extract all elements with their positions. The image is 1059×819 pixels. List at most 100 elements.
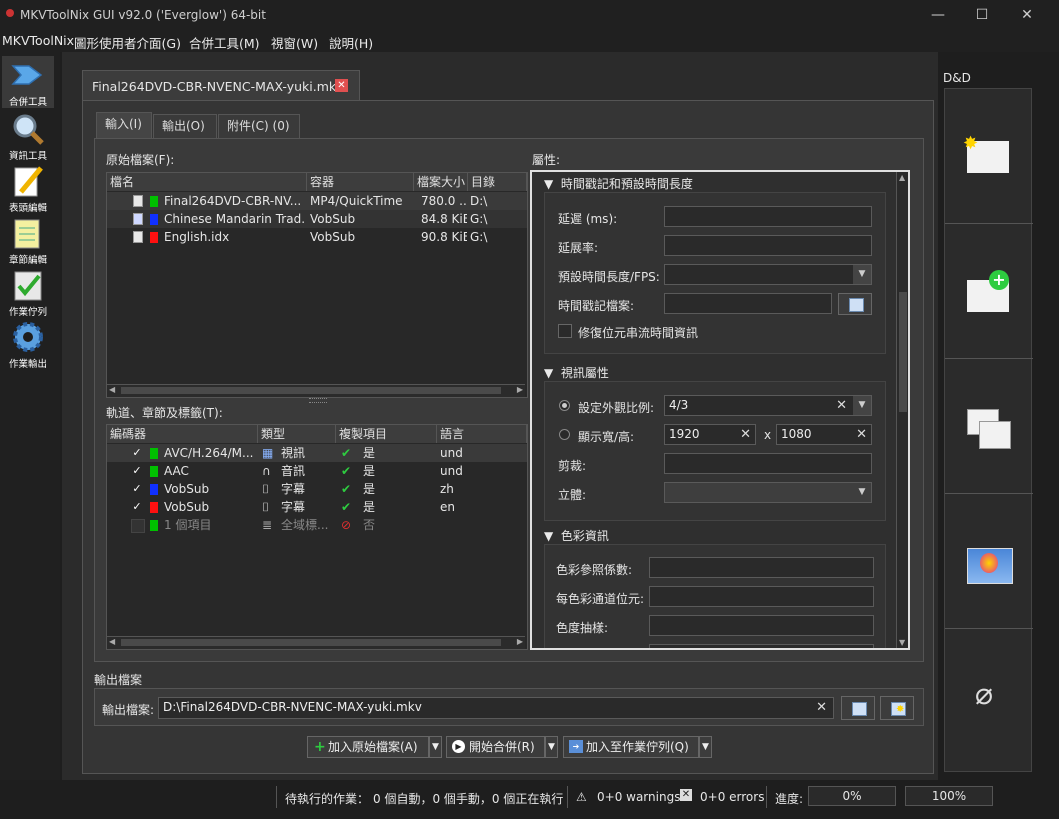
dnd-image-target[interactable]	[945, 494, 1033, 629]
color-bits-field[interactable]	[649, 586, 874, 607]
menu-window[interactable]: 視窗(W)	[271, 33, 318, 52]
track-checkbox[interactable]: ✓	[131, 483, 143, 495]
warning-icon[interactable]: ⚠	[576, 790, 587, 804]
col-copy[interactable]: 複製項目	[336, 425, 437, 443]
display-width-field[interactable]: 1920 ✕	[664, 424, 756, 445]
dnd-append-target[interactable]	[945, 359, 1033, 494]
tool-chapter-edit[interactable]: 章節編輯	[2, 214, 54, 266]
track-row[interactable]: ✓ VobSub ⌷ 字幕 ✔ 是 en	[107, 498, 527, 516]
menu-gui[interactable]: 圖形使用者介面(G)	[74, 33, 181, 52]
track-row[interactable]: ✓ AAC ∩ 音訊 ✔ 是 und	[107, 462, 527, 480]
maximize-button[interactable]: ☐	[972, 6, 992, 24]
dnd-attachment-target[interactable]: ⌀	[945, 629, 1033, 763]
chroma-field[interactable]	[649, 615, 874, 636]
color-swatch	[150, 484, 158, 495]
col-filesize[interactable]: 檔案大小	[414, 173, 468, 191]
color-matrix-field[interactable]	[649, 557, 874, 578]
tool-info[interactable]: 資訊工具	[2, 110, 54, 162]
track-checkbox[interactable]: ✓	[131, 447, 143, 459]
scroll-thumb[interactable]	[121, 387, 501, 394]
col-codec[interactable]: 編碼器	[107, 425, 258, 443]
clear-icon[interactable]: ✕	[856, 425, 867, 444]
add-source-dropdown[interactable]: ▼	[429, 736, 442, 758]
tracks-list[interactable]: 編碼器 類型 複製項目 語言 ✓ AVC/H.264/M... ▦ 視訊 ✔ 是…	[106, 424, 528, 650]
crop-field[interactable]	[664, 453, 872, 474]
tab-attachments[interactable]: 附件(C) (0)	[218, 114, 300, 138]
timestamp-file-field[interactable]	[664, 293, 832, 314]
display-wh-radio[interactable]	[559, 429, 570, 440]
add-to-queue-dropdown[interactable]: ▼	[699, 736, 712, 758]
scroll-thumb[interactable]	[121, 639, 501, 646]
source-row[interactable]: English.idx VobSub 90.8 KiB G:\	[107, 228, 527, 246]
close-button[interactable]: ✕	[1017, 6, 1037, 24]
source-row[interactable]: Chinese Mandarin Trad... VobSub 84.8 KiB…	[107, 210, 527, 228]
group-video[interactable]: ▼ 視訊屬性	[544, 364, 609, 381]
tab-output[interactable]: 輸出(O)	[153, 114, 217, 138]
tool-job-output[interactable]: 作業輸出	[2, 318, 54, 370]
minimize-button[interactable]: —	[928, 6, 948, 24]
source-files-list[interactable]: 檔名 容器 檔案大小 目錄 Final264DVD-CBR-NV... MP4/…	[106, 172, 528, 398]
status-divider	[766, 786, 767, 808]
color-next-field[interactable]	[649, 644, 874, 648]
scroll-thumb[interactable]	[899, 292, 907, 412]
col-container[interactable]: 容器	[307, 173, 414, 191]
track-language: en	[440, 500, 455, 514]
menu-mkvtoolnix[interactable]: MKVToolNix	[2, 33, 74, 48]
col-filename[interactable]: 檔名	[107, 173, 307, 191]
track-row[interactable]: ✓ VobSub ⌷ 字幕 ✔ 是 zh	[107, 480, 527, 498]
aspect-radio[interactable]	[559, 400, 570, 411]
display-height-field[interactable]: 1080 ✕	[776, 424, 872, 445]
track-checkbox[interactable]: ✓	[131, 465, 143, 477]
source-hscrollbar[interactable]: ◀ ▶	[107, 384, 525, 397]
dnd-add-target[interactable]: +	[945, 224, 1033, 359]
dnd-new-target[interactable]: ✸	[945, 89, 1033, 224]
track-row[interactable]: ✓ AVC/H.264/M... ▦ 視訊 ✔ 是 und	[107, 444, 527, 462]
track-row[interactable]: 1 個項目 ≣ 全域標... ⊘ 否	[107, 516, 527, 534]
aspect-ratio-combo[interactable]: 4/3 ✕ ▼	[664, 395, 872, 416]
start-merge-dropdown[interactable]: ▼	[545, 736, 558, 758]
col-directory[interactable]: 目錄	[468, 173, 527, 191]
recent-output-button[interactable]: ✸	[880, 696, 914, 720]
scroll-left-icon[interactable]: ◀	[109, 637, 115, 646]
warnings-count[interactable]: 0+0 warnings	[597, 790, 680, 804]
track-checkbox[interactable]: ✓	[131, 501, 143, 513]
scroll-left-icon[interactable]: ◀	[109, 385, 115, 394]
source-row[interactable]: Final264DVD-CBR-NV... MP4/QuickTime 780.…	[107, 192, 527, 210]
error-icon[interactable]: ✕	[680, 789, 692, 801]
track-checkbox[interactable]	[131, 519, 145, 533]
output-file-field[interactable]: D:\Final264DVD-CBR-NVENC-MAX-yuki.mkv ✕	[158, 697, 834, 719]
clear-icon[interactable]: ✕	[740, 425, 751, 444]
tool-job-queue[interactable]: 作業佇列	[2, 266, 54, 318]
splitter-handle[interactable]	[309, 398, 327, 403]
tool-header-edit[interactable]: 表頭編輯	[2, 162, 54, 214]
stereo-combo[interactable]: ▼	[664, 482, 872, 503]
group-color[interactable]: ▼ 色彩資訊	[544, 527, 609, 544]
group-timestamps[interactable]: ▼ 時間戳記和預設時間長度	[544, 175, 693, 192]
menu-help[interactable]: 說明(H)	[329, 33, 373, 52]
close-tab-icon[interactable]: ✕	[335, 79, 348, 92]
col-type[interactable]: 類型	[258, 425, 336, 443]
properties-vscrollbar[interactable]: ▲ ▼	[896, 172, 908, 648]
fix-bitstream-checkbox[interactable]	[558, 324, 572, 338]
add-source-button[interactable]: + 加入原始檔案(A)	[307, 736, 429, 758]
add-to-queue-button[interactable]: ➔ 加入至作業佇列(Q)	[563, 736, 699, 758]
document-tab[interactable]: Final264DVD-CBR-NVENC-MAX-yuki.mkv ✕	[82, 70, 360, 102]
col-language[interactable]: 語言	[437, 425, 527, 443]
tracks-hscrollbar[interactable]: ◀ ▶	[107, 636, 525, 649]
menu-merge[interactable]: 合併工具(M)	[189, 33, 260, 52]
start-merge-button[interactable]: ▶ 開始合併(R)	[446, 736, 545, 758]
scroll-up-icon[interactable]: ▲	[899, 173, 905, 182]
tab-input[interactable]: 輸入(I)	[96, 112, 152, 138]
tool-merge[interactable]: 合併工具	[2, 56, 54, 108]
clear-icon[interactable]: ✕	[836, 396, 847, 415]
stretch-field[interactable]	[664, 235, 872, 256]
errors-count[interactable]: 0+0 errors	[700, 790, 764, 804]
default-duration-combo[interactable]: ▼	[664, 264, 872, 285]
browse-output-button[interactable]	[841, 696, 875, 720]
browse-timestamp-button[interactable]	[838, 293, 872, 315]
scroll-right-icon[interactable]: ▶	[517, 385, 523, 394]
clear-icon[interactable]: ✕	[816, 698, 827, 717]
delay-field[interactable]	[664, 206, 872, 227]
scroll-right-icon[interactable]: ▶	[517, 637, 523, 646]
scroll-down-icon[interactable]: ▼	[899, 638, 905, 647]
